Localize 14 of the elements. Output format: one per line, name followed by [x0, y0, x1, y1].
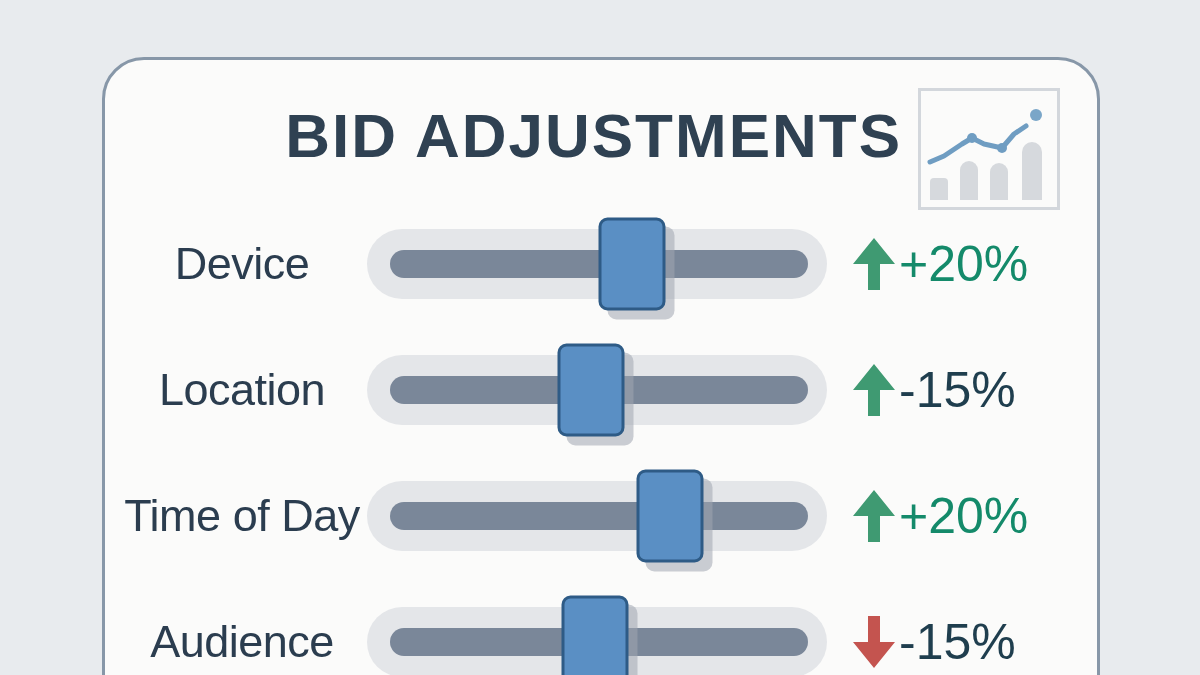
row-label: Audience — [150, 616, 334, 668]
slider-thumb[interactable] — [598, 217, 666, 311]
row-label: Device — [174, 238, 310, 290]
adjustment-value: -15% — [899, 361, 1017, 419]
row-label: Time of Day — [124, 490, 360, 542]
adjustment-value: -15% — [899, 613, 1017, 671]
row-label: Location — [158, 364, 326, 416]
slider-thumb[interactable] — [557, 343, 625, 437]
slider-thumb[interactable] — [636, 469, 704, 563]
chart-icon — [918, 88, 1060, 210]
adjustment-value: +20% — [899, 487, 1030, 545]
adjustment-value: +20% — [899, 235, 1030, 293]
card-title: BID ADJUSTMENTS — [285, 105, 902, 167]
slider-thumb[interactable] — [561, 595, 629, 675]
